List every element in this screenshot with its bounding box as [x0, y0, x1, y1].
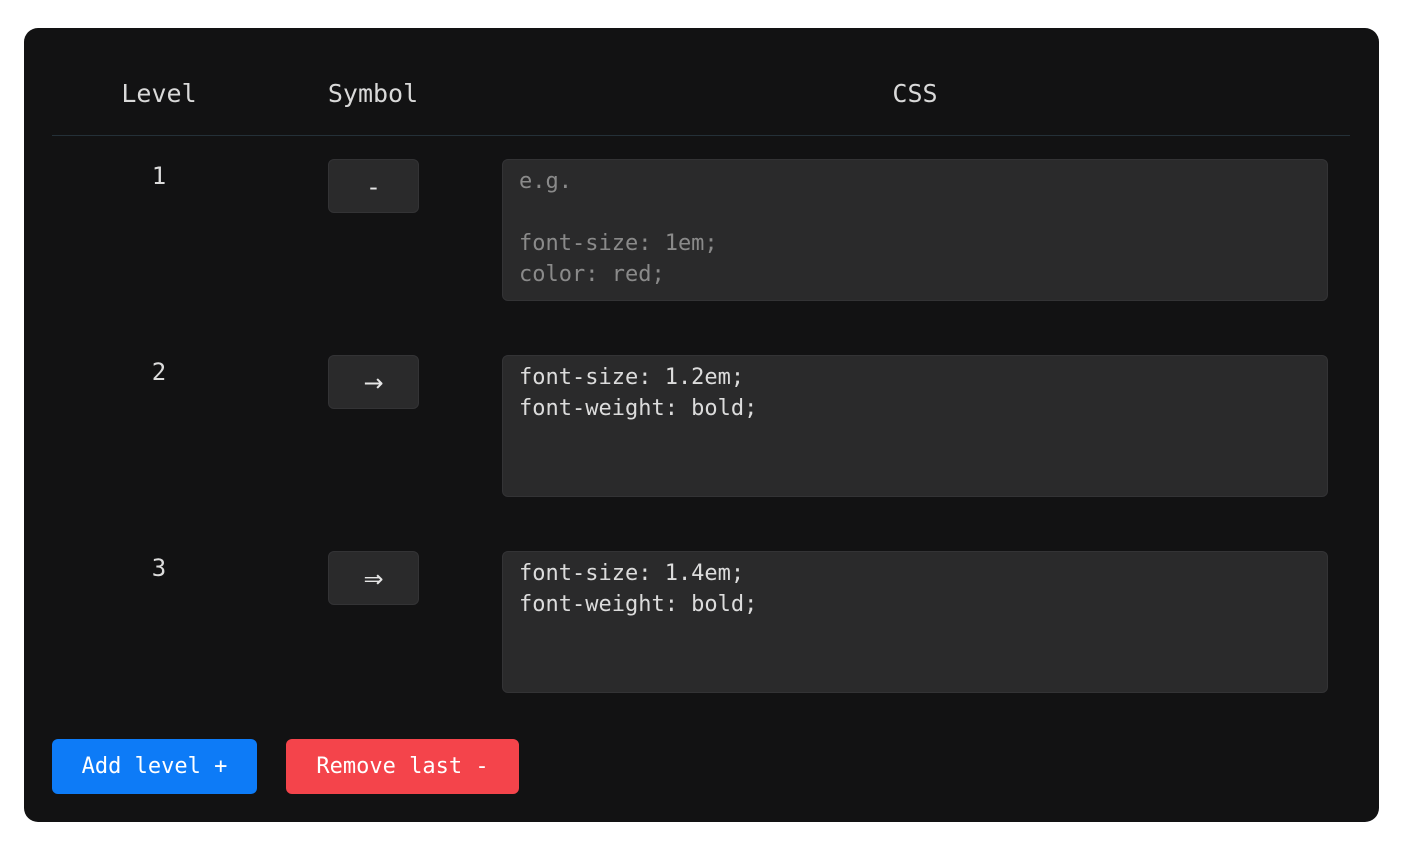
css-column-header: CSS	[892, 79, 938, 108]
remove-last-button[interactable]: Remove last -	[286, 739, 519, 794]
level-number: 3	[151, 554, 167, 582]
table-header: Level Symbol CSS	[52, 28, 1350, 136]
css-textarea[interactable]	[502, 159, 1328, 301]
symbol-column-header: Symbol	[327, 79, 419, 108]
level-number: 1	[151, 162, 167, 190]
levels-panel: Level Symbol CSS 1 - 2 → font-size: 1.2e…	[24, 28, 1379, 822]
level-column-header: Level	[121, 79, 197, 108]
add-level-button[interactable]: Add level +	[52, 739, 257, 794]
table-row: 3 ⇒ font-size: 1.4em; font-weight: bold;	[24, 551, 1379, 693]
table-row: 2 → font-size: 1.2em; font-weight: bold;	[24, 355, 1379, 497]
symbol-button[interactable]: ⇒	[328, 551, 419, 605]
symbol-button[interactable]: →	[328, 355, 419, 409]
css-textarea[interactable]: font-size: 1.4em; font-weight: bold;	[502, 551, 1328, 693]
table-row: 1 -	[24, 159, 1379, 301]
css-textarea[interactable]: font-size: 1.2em; font-weight: bold;	[502, 355, 1328, 497]
level-number: 2	[151, 358, 167, 386]
symbol-button[interactable]: -	[328, 159, 419, 213]
